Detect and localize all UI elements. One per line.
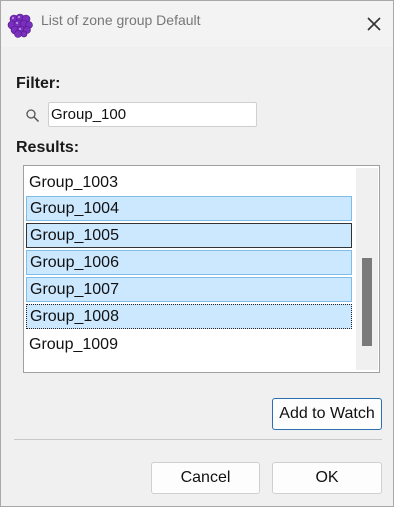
list-item[interactable]: Group_1009 [26, 332, 352, 357]
window-title: List of zone group Default [41, 12, 201, 28]
dialog-window: List of zone group Default Filter: Resul… [0, 0, 394, 507]
filter-label: Filter: [16, 75, 61, 92]
list-item[interactable]: Group_1003 [26, 170, 352, 195]
list-item[interactable]: Group_1005 [26, 223, 352, 248]
list-item[interactable]: Group_1008 [26, 304, 352, 329]
results-list[interactable]: Group_1003 Group_1004 Group_1005 Group_1… [23, 165, 380, 373]
scrollbar[interactable] [356, 168, 378, 370]
grape-cluster-icon [7, 13, 33, 38]
ok-button[interactable]: OK [272, 462, 382, 494]
cancel-button[interactable]: Cancel [151, 462, 260, 494]
filter-input[interactable] [48, 102, 257, 127]
list-item[interactable]: Group_1004 [26, 196, 352, 221]
scrollbar-thumb[interactable] [362, 258, 372, 346]
results-label: Results: [16, 139, 80, 156]
close-icon[interactable] [363, 13, 385, 35]
list-item[interactable]: Group_1007 [26, 277, 352, 302]
divider [14, 439, 382, 440]
list-item[interactable]: Group_1006 [26, 250, 352, 275]
add-to-watch-button[interactable]: Add to Watch [272, 398, 382, 430]
search-icon [26, 109, 40, 123]
title-bar: List of zone group Default [1, 1, 393, 47]
